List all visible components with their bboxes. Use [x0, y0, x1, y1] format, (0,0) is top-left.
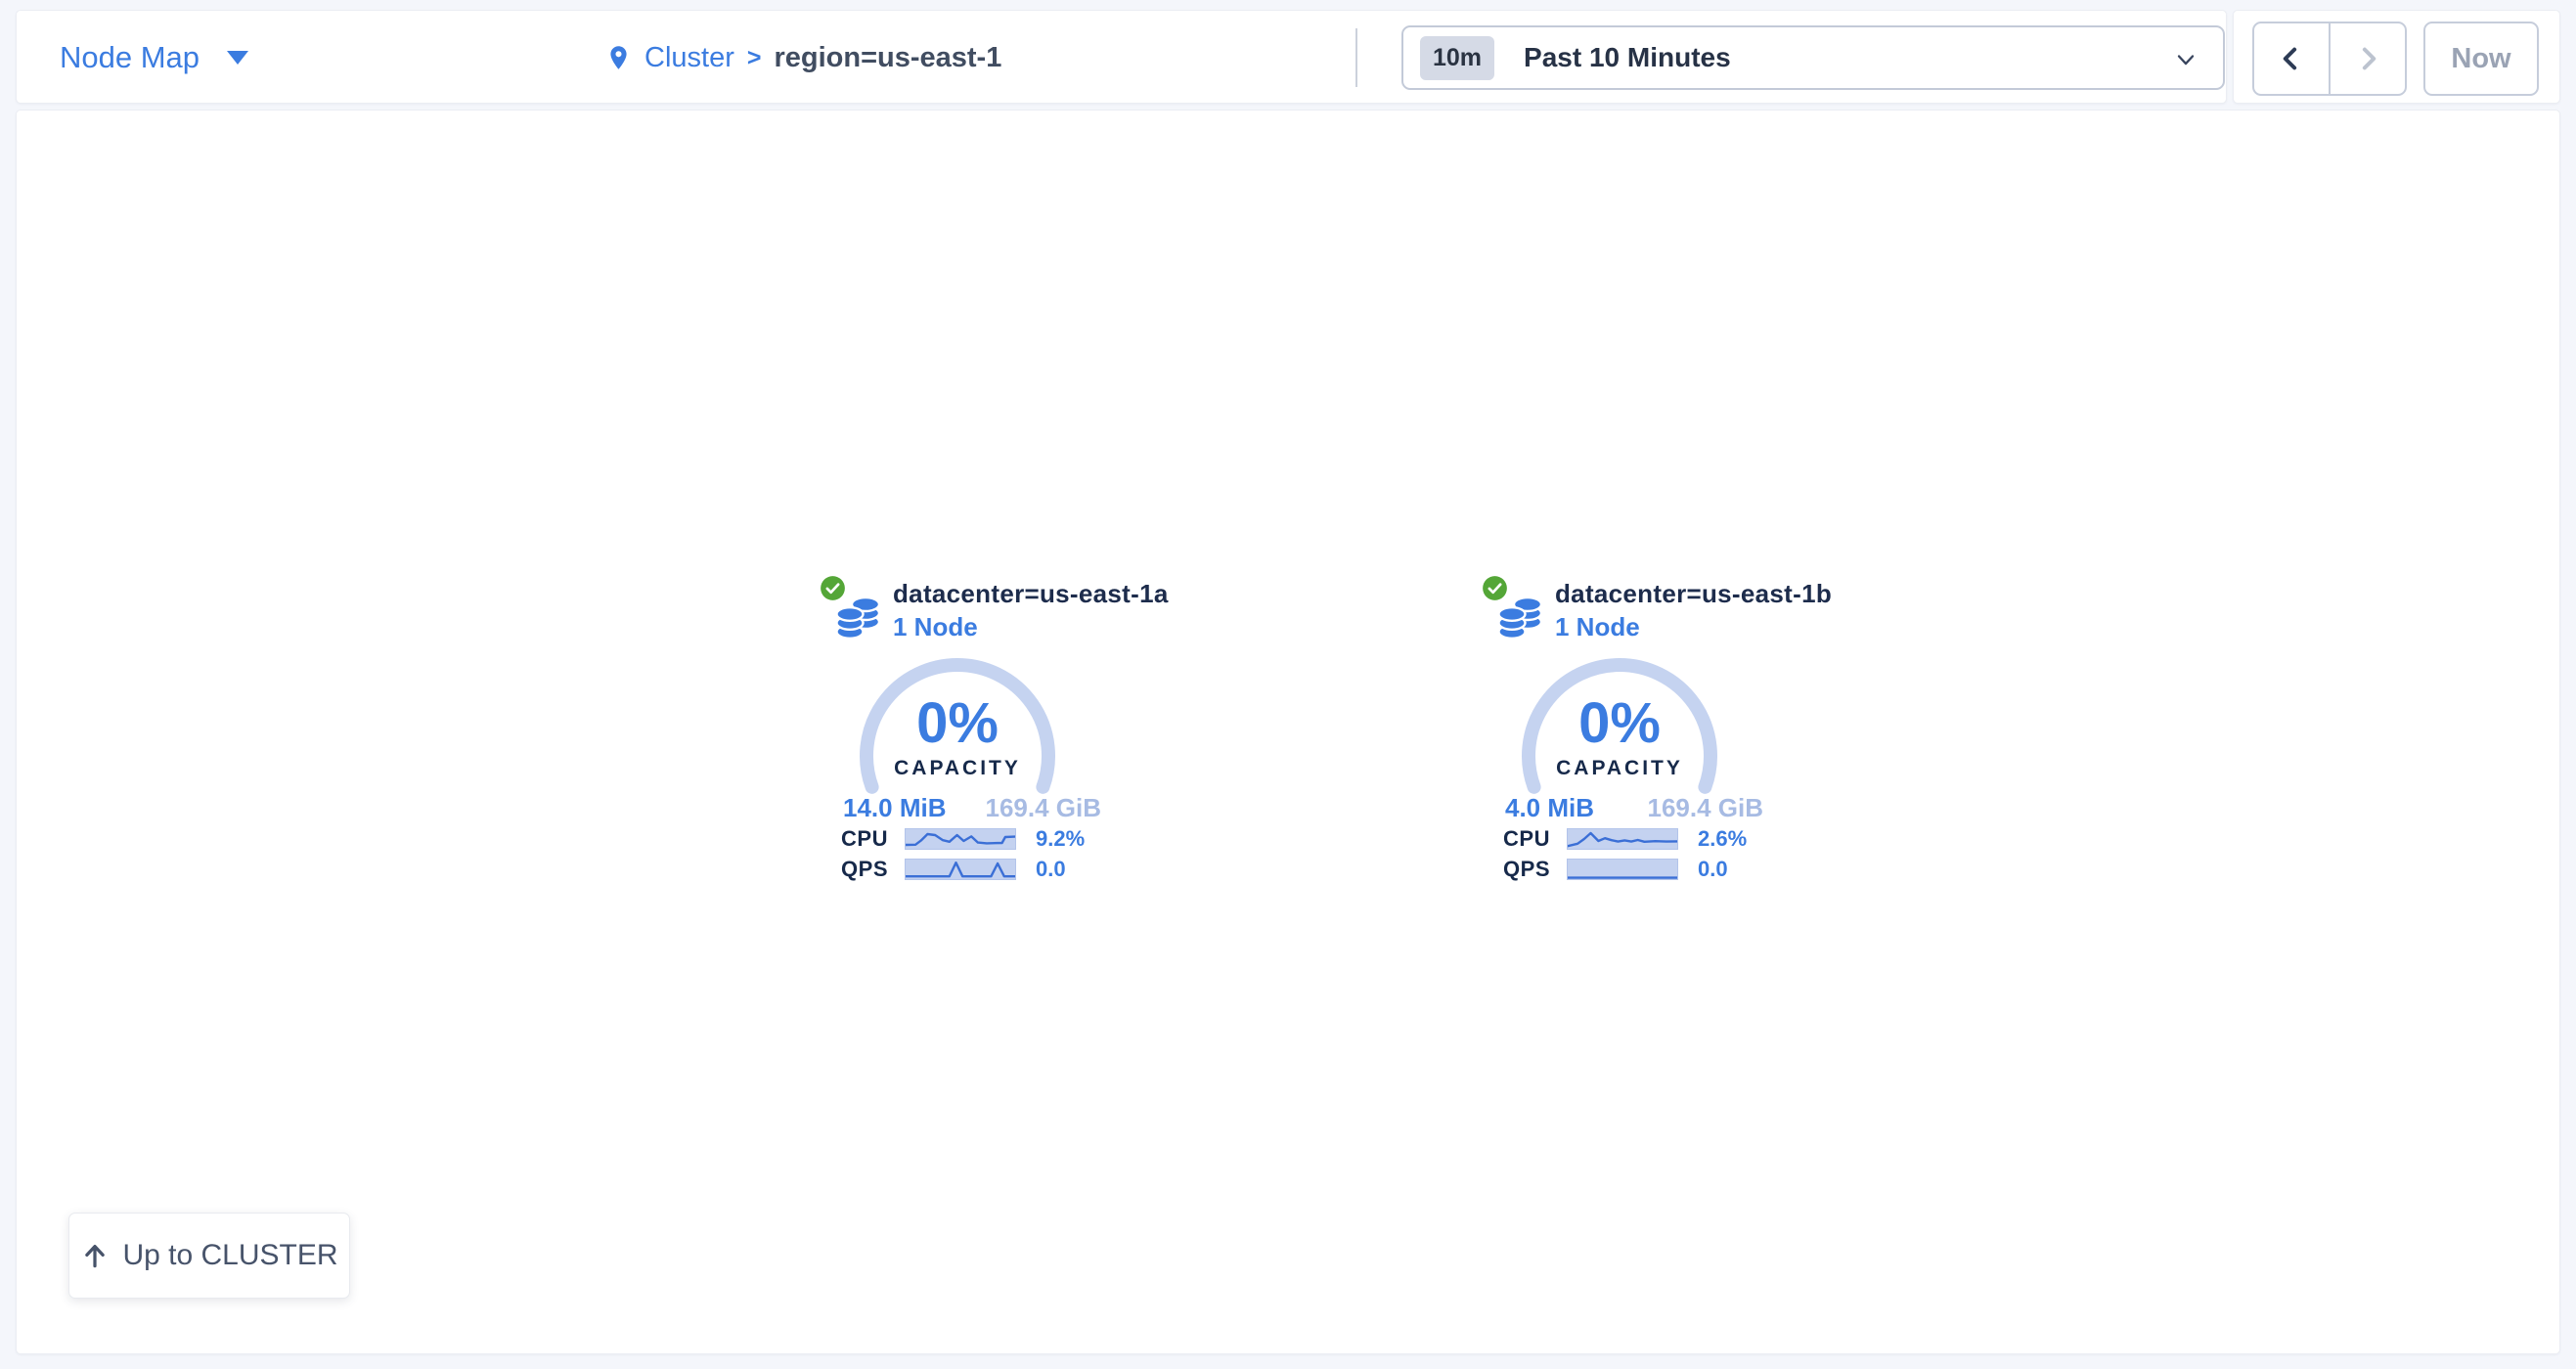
header-bar: Node Map Cluster > region=us-east-1 10m … — [16, 10, 2227, 104]
qps-sparkline-chart — [1567, 859, 1678, 880]
capacity-used: 4.0 MiB — [1505, 793, 1594, 823]
capacity-percent: 0% — [1512, 690, 1727, 756]
capacity-label: CAPACITY — [850, 757, 1065, 780]
capacity-values: 4.0 MiB 169.4 GiB — [1505, 793, 1763, 823]
qps-metric-row: QPS 0.0 — [1482, 859, 1824, 880]
locality-card-us-east-1a[interactable]: datacenter=us-east-1a 1 Node 0% CAPACITY… — [820, 567, 1162, 905]
cpu-sparkline-chart — [905, 828, 1016, 850]
cpu-label: CPU — [1482, 826, 1550, 852]
view-selector-dropdown[interactable]: Node Map — [60, 11, 248, 105]
cpu-metric-row: CPU 2.6% — [1482, 828, 1824, 850]
time-nav-bar: Now — [2233, 10, 2560, 104]
locality-name: datacenter=us-east-1a — [893, 579, 1169, 609]
qps-metric-row: QPS 0.0 — [820, 859, 1162, 880]
time-range-dropdown[interactable]: 10m Past 10 Minutes — [1401, 25, 2225, 90]
qps-sparkline-chart — [905, 859, 1016, 880]
breadcrumb: Cluster > region=us-east-1 — [605, 11, 1001, 105]
chevron-left-icon — [2277, 44, 2306, 73]
cpu-label: CPU — [820, 826, 888, 852]
capacity-label: CAPACITY — [1512, 757, 1727, 780]
cpu-sparkline-chart — [1567, 828, 1678, 850]
capacity-total: 169.4 GiB — [1647, 793, 1763, 823]
cpu-value: 9.2% — [1036, 826, 1085, 852]
now-button[interactable]: Now — [2423, 22, 2539, 96]
locality-node-count: 1 Node — [893, 612, 978, 642]
cpu-value: 2.6% — [1698, 826, 1747, 852]
locality-name: datacenter=us-east-1b — [1555, 579, 1832, 609]
cpu-metric-row: CPU 9.2% — [820, 828, 1162, 850]
database-stack-icon — [1497, 593, 1544, 641]
qps-value: 0.0 — [1698, 857, 1728, 882]
chevron-right-icon — [2353, 44, 2382, 73]
time-range-label: Past 10 Minutes — [1524, 42, 1731, 73]
qps-value: 0.0 — [1036, 857, 1066, 882]
header-divider — [1355, 28, 1357, 87]
up-to-cluster-label: Up to CLUSTER — [122, 1239, 337, 1272]
breadcrumb-separator: > — [747, 44, 762, 72]
time-range-badge: 10m — [1420, 36, 1494, 80]
node-map-canvas — [16, 110, 2560, 1354]
database-stack-icon — [835, 593, 882, 641]
breadcrumb-cluster-link[interactable]: Cluster — [644, 42, 734, 74]
locality-node-count: 1 Node — [1555, 612, 1640, 642]
qps-label: QPS — [1482, 857, 1550, 882]
capacity-total: 169.4 GiB — [985, 793, 1101, 823]
capacity-used: 14.0 MiB — [843, 793, 947, 823]
capacity-percent: 0% — [850, 690, 1065, 756]
time-step-group — [2252, 22, 2407, 96]
capacity-values: 14.0 MiB 169.4 GiB — [843, 793, 1101, 823]
locality-card-us-east-1b[interactable]: datacenter=us-east-1b 1 Node 0% CAPACITY… — [1482, 567, 1824, 905]
time-step-back-button[interactable] — [2254, 23, 2331, 94]
breadcrumb-current: region=us-east-1 — [774, 42, 1001, 74]
qps-label: QPS — [820, 857, 888, 882]
up-to-cluster-button[interactable]: Up to CLUSTER — [68, 1213, 350, 1299]
view-selector-label: Node Map — [60, 40, 200, 75]
chevron-down-icon — [2172, 46, 2199, 73]
time-step-forward-button[interactable] — [2331, 23, 2405, 94]
caret-down-icon — [227, 51, 248, 65]
arrow-up-icon — [80, 1241, 110, 1270]
map-pin-icon — [605, 40, 632, 75]
